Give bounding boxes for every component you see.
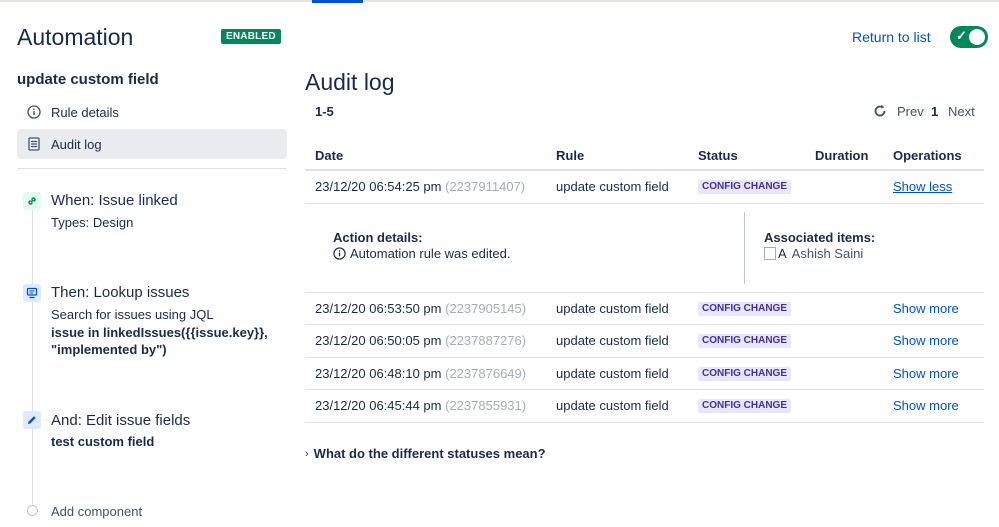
audit-log-title: Audit log <box>305 69 395 95</box>
sidebar-item-label: Rule details <box>51 104 119 120</box>
monitor-icon <box>23 284 41 302</box>
document-icon <box>17 137 51 151</box>
component-action-title[interactable]: Then: Lookup issues <box>51 284 189 301</box>
column-header-operations: Operations <box>893 148 962 163</box>
pencil-icon <box>23 411 41 429</box>
add-component-dot <box>27 505 38 516</box>
avatar-alt-text: A <box>778 246 787 261</box>
pagination-current-page[interactable]: 1 <box>931 104 938 119</box>
top-border <box>0 0 999 2</box>
component-edit-title[interactable]: And: Edit issue fields <box>51 412 190 429</box>
broken-image-icon <box>764 247 776 260</box>
show-more-link[interactable]: Show more <box>893 398 959 413</box>
table-row: 23/12/20 06:54:25 pm (2237911407) update… <box>305 171 984 203</box>
sidebar-item-rule-details[interactable]: Rule details <box>17 97 287 127</box>
row-rule: update custom field <box>556 179 669 194</box>
rule-name-heading: update custom field <box>17 71 159 88</box>
sidebar-item-label: Audit log <box>51 136 102 152</box>
table-row: 23/12/20 06:45:44 pm (2237855931) update… <box>305 390 984 422</box>
associated-items-label: Associated items: <box>764 230 876 245</box>
component-action-subtitle: Search for issues using JQL <box>51 307 214 322</box>
page-title: Automation <box>17 24 134 50</box>
row-rule: update custom field <box>556 333 669 348</box>
status-lozenge: CONFIG CHANGE <box>698 367 791 381</box>
sidebar-item-audit-log[interactable]: Audit log <box>17 129 287 159</box>
associated-user[interactable]: A Ashish Saini <box>764 246 863 261</box>
row-date: 23/12/20 06:50:05 pm (2237887276) <box>315 333 527 348</box>
component-timeline-line <box>32 210 33 508</box>
show-more-link[interactable]: Show more <box>893 301 959 316</box>
component-trigger-title[interactable]: When: Issue linked <box>51 192 178 209</box>
column-header-date: Date <box>315 148 344 163</box>
action-details-panel: Action details: Automation rule was edit… <box>305 204 984 292</box>
status-faq-label: What do the different statuses mean? <box>313 446 546 461</box>
status-lozenge: CONFIG CHANGE <box>698 180 791 194</box>
column-header-duration: Duration <box>815 148 869 163</box>
row-date: 23/12/20 06:48:10 pm (2237876649) <box>315 366 527 381</box>
row-rule: update custom field <box>556 366 669 381</box>
add-component-button[interactable]: Add component <box>51 504 142 519</box>
pagination-prev[interactable]: Prev <box>897 104 924 119</box>
row-date: 23/12/20 06:54:25 pm (2237911407) <box>315 179 526 194</box>
status-lozenge: CONFIG CHANGE <box>698 334 791 348</box>
result-range: 1-5 <box>315 104 334 119</box>
active-top-tab-indicator <box>312 0 363 3</box>
rule-enabled-toggle[interactable]: ✓ <box>950 26 988 48</box>
jql-query-line2: "implemented by") <box>51 342 167 357</box>
row-rule: update custom field <box>556 301 669 316</box>
column-header-rule: Rule <box>556 148 585 163</box>
table-row: 23/12/20 06:48:10 pm (2237876649) update… <box>305 358 984 390</box>
show-more-link[interactable]: Show more <box>893 366 959 381</box>
info-icon <box>333 247 346 260</box>
table-row: 23/12/20 06:53:50 pm (2237905145) update… <box>305 293 984 325</box>
component-edit-field: test custom field <box>51 434 155 449</box>
toggle-knob <box>969 29 985 45</box>
status-badge-enabled: ENABLED <box>221 29 281 44</box>
row-divider <box>305 422 984 423</box>
row-date: 23/12/20 06:45:44 pm (2237855931) <box>315 398 527 413</box>
status-faq-toggle[interactable]: › What do the different statuses mean? <box>305 446 546 461</box>
status-lozenge: CONFIG CHANGE <box>698 399 791 413</box>
show-more-link[interactable]: Show more <box>893 333 959 348</box>
component-trigger-subtitle: Types: Design <box>51 215 134 230</box>
details-divider <box>744 212 745 284</box>
return-to-list-link[interactable]: Return to list <box>852 29 931 45</box>
show-less-link[interactable]: Show less <box>893 179 952 194</box>
refresh-icon[interactable] <box>872 103 888 119</box>
associated-user-name: Ashish Saini <box>791 246 864 261</box>
sidebar-divider <box>17 168 287 169</box>
info-icon <box>17 105 51 119</box>
pagination-next[interactable]: Next <box>948 104 975 119</box>
action-details-text: Automation rule was edited. <box>333 246 510 261</box>
row-date: 23/12/20 06:53:50 pm (2237905145) <box>315 301 527 316</box>
jql-query-line1: issue in linkedIssues({{issue.key}}, <box>51 325 268 340</box>
chevron-right-icon: › <box>305 447 309 460</box>
link-icon <box>23 192 41 210</box>
row-rule: update custom field <box>556 398 669 413</box>
action-details-label: Action details: <box>333 230 423 245</box>
status-lozenge: CONFIG CHANGE <box>698 302 791 316</box>
column-header-status: Status <box>698 148 738 163</box>
checkmark-icon: ✓ <box>956 28 967 43</box>
table-row: 23/12/20 06:50:05 pm (2237887276) update… <box>305 325 984 357</box>
